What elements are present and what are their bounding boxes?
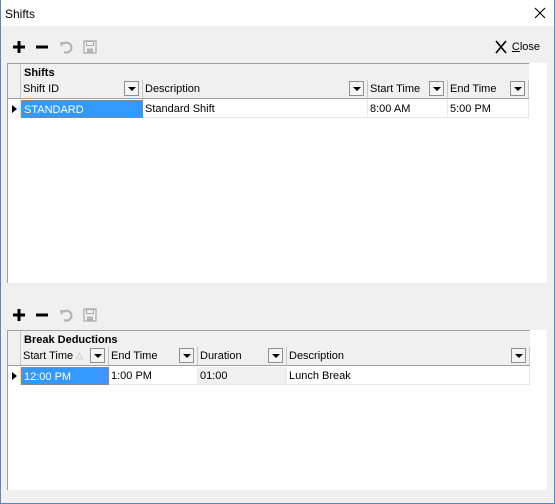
breaks-toolbar (1, 302, 554, 328)
plus-icon (13, 41, 25, 53)
shifts-window: Shifts Close Shifts Shift ID Description… (0, 0, 555, 504)
shifts-band-header: Shifts (8, 63, 529, 82)
cell-end-time[interactable]: 1:00 PM (109, 367, 198, 385)
column-header-start-time[interactable]: Start Time (368, 80, 448, 98)
filter-dropdown-icon[interactable] (179, 348, 194, 363)
cell-shift-id[interactable]: STANDARD (21, 100, 143, 118)
cell-description[interactable]: Lunch Break (287, 367, 530, 385)
undo-break-button[interactable] (57, 306, 75, 324)
window-title: Shifts (5, 7, 36, 21)
undo-icon (60, 309, 73, 322)
filter-dropdown-icon[interactable] (511, 348, 526, 363)
undo-icon (60, 41, 73, 54)
cell-end-time[interactable]: 5:00 PM (448, 100, 529, 118)
minus-icon (36, 45, 48, 49)
save-shift-button[interactable] (81, 38, 99, 56)
close-x-icon (495, 40, 507, 54)
cell-start-time[interactable]: 12:00 PM (21, 367, 109, 385)
cell-description[interactable]: Standard Shift (143, 100, 368, 118)
shifts-column-headers: Shift ID Description Start Time End Time (8, 80, 529, 99)
window-close-icon[interactable] (532, 5, 548, 21)
add-break-button[interactable] (10, 306, 28, 324)
row-selector-header (8, 347, 21, 365)
remove-shift-button[interactable] (33, 38, 51, 56)
column-header-duration[interactable]: Duration (198, 347, 287, 365)
column-header-end-time[interactable]: End Time (109, 347, 198, 365)
sort-ascending-icon: △ (76, 350, 83, 360)
cell-start-time[interactable]: 8:00 AM (368, 100, 448, 118)
row-selector-header (8, 80, 21, 98)
column-header-start-time[interactable]: Start Time △ (21, 347, 109, 365)
undo-shift-button[interactable] (57, 38, 75, 56)
filter-dropdown-icon[interactable] (349, 81, 364, 96)
add-shift-button[interactable] (10, 38, 28, 56)
save-disk-icon (83, 40, 97, 54)
filter-dropdown-icon[interactable] (268, 348, 283, 363)
column-header-description[interactable]: Description (143, 80, 368, 98)
filter-dropdown-icon[interactable] (90, 348, 105, 363)
column-header-shift-id[interactable]: Shift ID (21, 80, 143, 98)
table-row[interactable]: 12:00 PM 1:00 PM 01:00 Lunch Break (8, 367, 530, 385)
shifts-band-title: Shifts (24, 67, 55, 79)
filter-dropdown-icon[interactable] (124, 81, 139, 96)
current-row-indicator-icon (8, 367, 21, 385)
current-row-indicator-icon (8, 100, 21, 118)
column-header-end-time[interactable]: End Time (448, 80, 529, 98)
title-bar: Shifts (1, 0, 554, 26)
save-break-button[interactable] (81, 306, 99, 324)
save-disk-icon (83, 308, 97, 322)
minus-icon (36, 313, 48, 317)
close-button[interactable]: Close (494, 39, 540, 55)
filter-dropdown-icon[interactable] (510, 81, 525, 96)
breaks-band-title: Break Deductions (24, 334, 118, 346)
column-header-description[interactable]: Description (287, 347, 530, 365)
remove-break-button[interactable] (33, 306, 51, 324)
breaks-band-header: Break Deductions (8, 330, 530, 349)
table-row[interactable]: STANDARD Standard Shift 8:00 AM 5:00 PM (8, 100, 529, 118)
break-deductions-grid: Break Deductions Start Time △ End Time D… (7, 330, 547, 490)
breaks-column-headers: Start Time △ End Time Duration Descripti… (8, 347, 530, 366)
plus-icon (13, 309, 25, 321)
shifts-toolbar: Close (1, 34, 554, 60)
filter-dropdown-icon[interactable] (429, 81, 444, 96)
shifts-grid: Shifts Shift ID Description Start Time E… (7, 63, 547, 283)
cell-duration: 01:00 (198, 367, 287, 385)
close-button-label: Close (511, 41, 540, 53)
